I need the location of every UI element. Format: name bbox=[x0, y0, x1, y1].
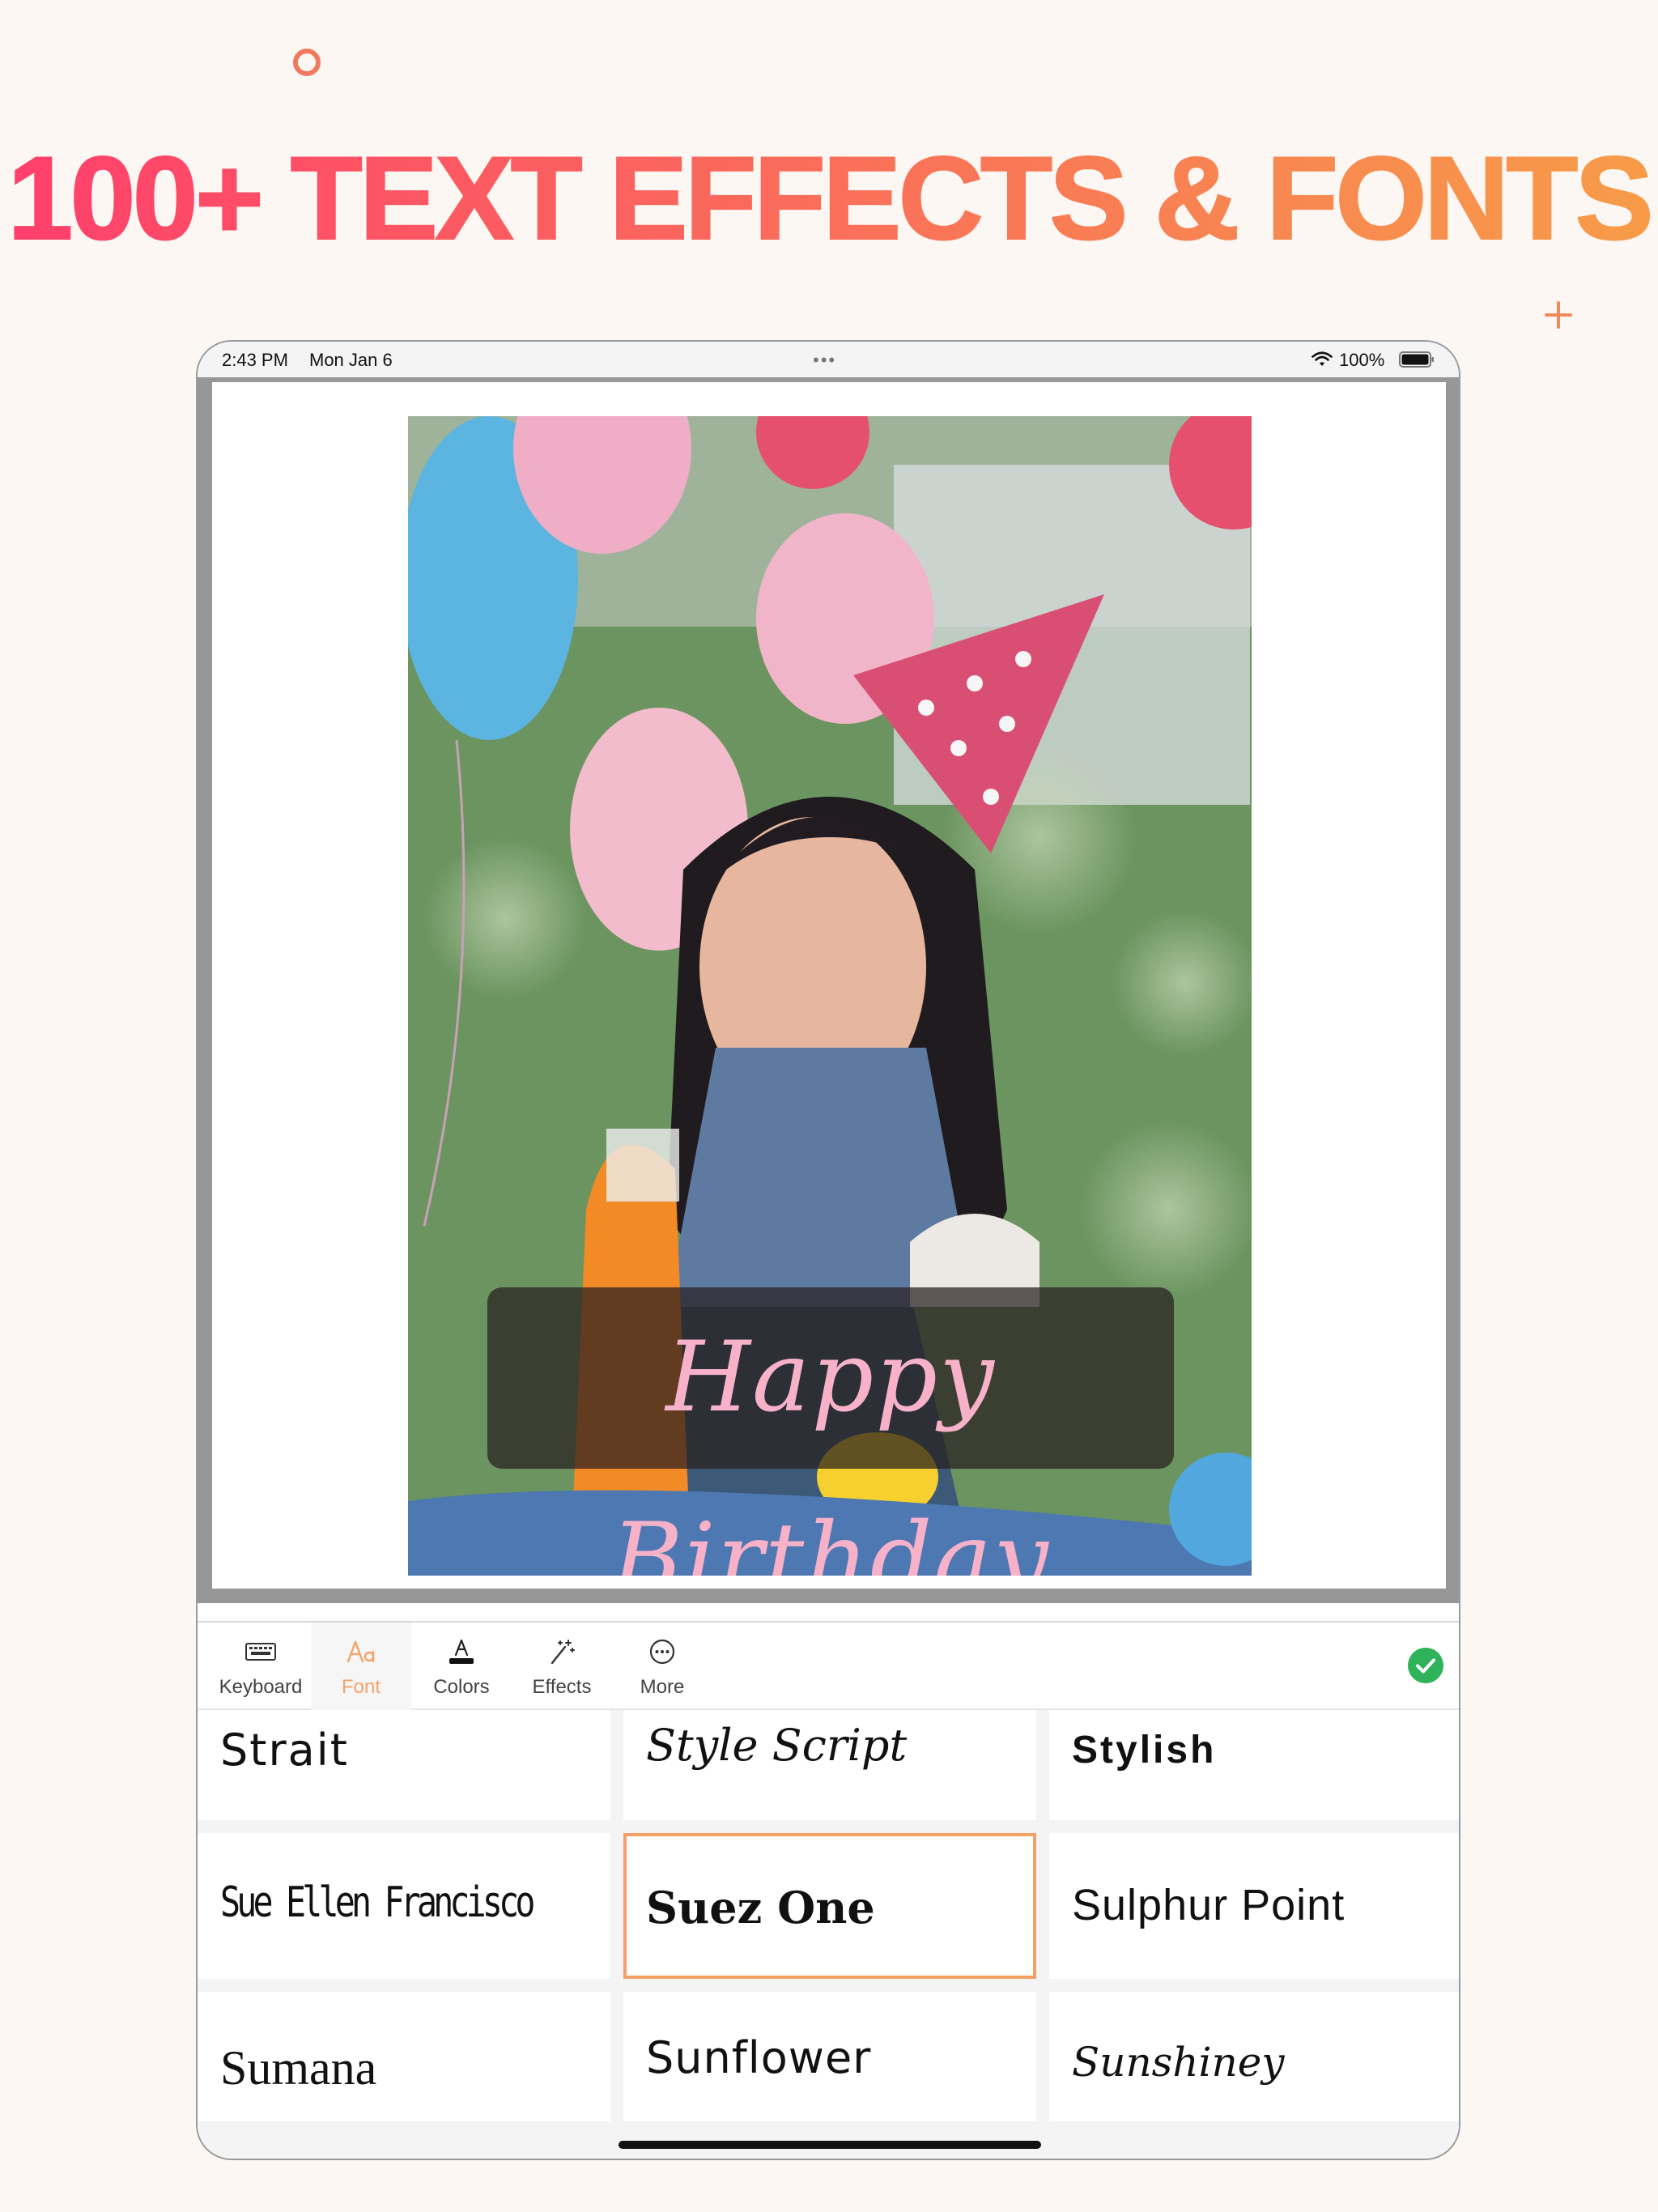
editor-toolbar: Keyboard Font Colors Effects More bbox=[198, 1621, 1459, 1710]
tab-keyboard-label: Keyboard bbox=[219, 1676, 303, 1698]
confirm-check-icon[interactable] bbox=[1407, 1647, 1444, 1684]
wifi-icon bbox=[1312, 351, 1333, 366]
text-color-icon bbox=[449, 1639, 474, 1664]
font-icon bbox=[346, 1640, 375, 1663]
tab-keyboard[interactable]: Keyboard bbox=[210, 1623, 311, 1710]
tablet-frame: 2:43 PM Mon Jan 6 ••• 100% Happy Birthda… bbox=[196, 340, 1460, 2160]
font-option-sunflower[interactable]: Sunflower bbox=[623, 1992, 1036, 2121]
font-option-suez-one[interactable]: Suez One bbox=[623, 1833, 1036, 1979]
birthday-photo[interactable]: Happy Birthday bbox=[408, 416, 1252, 1576]
font-option-sulphur-point[interactable]: Sulphur Point bbox=[1049, 1833, 1459, 1979]
keyboard-icon bbox=[245, 1643, 276, 1661]
font-option-sumana[interactable]: Sumana bbox=[198, 1992, 610, 2121]
text-caption-box[interactable]: Happy Birthday bbox=[487, 1287, 1174, 1576]
font-option-sunshiney[interactable]: Sunshiney bbox=[1049, 1992, 1459, 2121]
tab-effects-label: Effects bbox=[532, 1676, 592, 1698]
canvas-area: Happy Birthday bbox=[198, 377, 1459, 1603]
tab-font[interactable]: Font bbox=[311, 1623, 411, 1710]
tab-more[interactable]: More bbox=[612, 1623, 712, 1710]
status-bar: 2:43 PM Mon Jan 6 ••• 100% bbox=[198, 342, 1459, 377]
tab-more-label: More bbox=[640, 1676, 685, 1698]
font-option-stylish[interactable]: Stylish bbox=[1049, 1710, 1459, 1820]
caption-text[interactable]: Happy Birthday bbox=[487, 1287, 1174, 1576]
magic-wand-icon bbox=[551, 1640, 575, 1665]
canvas: Happy Birthday bbox=[212, 382, 1446, 1589]
tab-effects[interactable]: Effects bbox=[512, 1623, 612, 1710]
tab-font-label: Font bbox=[341, 1676, 381, 1698]
font-option-style-script[interactable]: Style Script bbox=[623, 1710, 1036, 1820]
battery-percentage: 100% bbox=[1339, 350, 1385, 370]
more-icon bbox=[649, 1639, 675, 1665]
headline: 100+ TEXT EFFECTS & FONTS bbox=[0, 130, 1658, 267]
font-list: Strait Style Script Stylish Sue Ellen Fr… bbox=[198, 1710, 1459, 2159]
status-date: Mon Jan 6 bbox=[309, 350, 393, 370]
font-option-strait[interactable]: Strait bbox=[198, 1710, 610, 1820]
tab-colors-label: Colors bbox=[433, 1676, 490, 1698]
multitasking-dots-icon[interactable]: ••• bbox=[813, 350, 836, 371]
font-option-sue-ellen-francisco[interactable]: Sue Ellen Francisco bbox=[198, 1833, 610, 1979]
tab-colors[interactable]: Colors bbox=[411, 1623, 512, 1710]
decorative-circle bbox=[293, 49, 321, 76]
status-time: 2:43 PM bbox=[222, 350, 288, 370]
home-indicator[interactable] bbox=[619, 2141, 1041, 2149]
decorative-plus-icon bbox=[1545, 301, 1572, 329]
battery-icon bbox=[1399, 351, 1434, 368]
